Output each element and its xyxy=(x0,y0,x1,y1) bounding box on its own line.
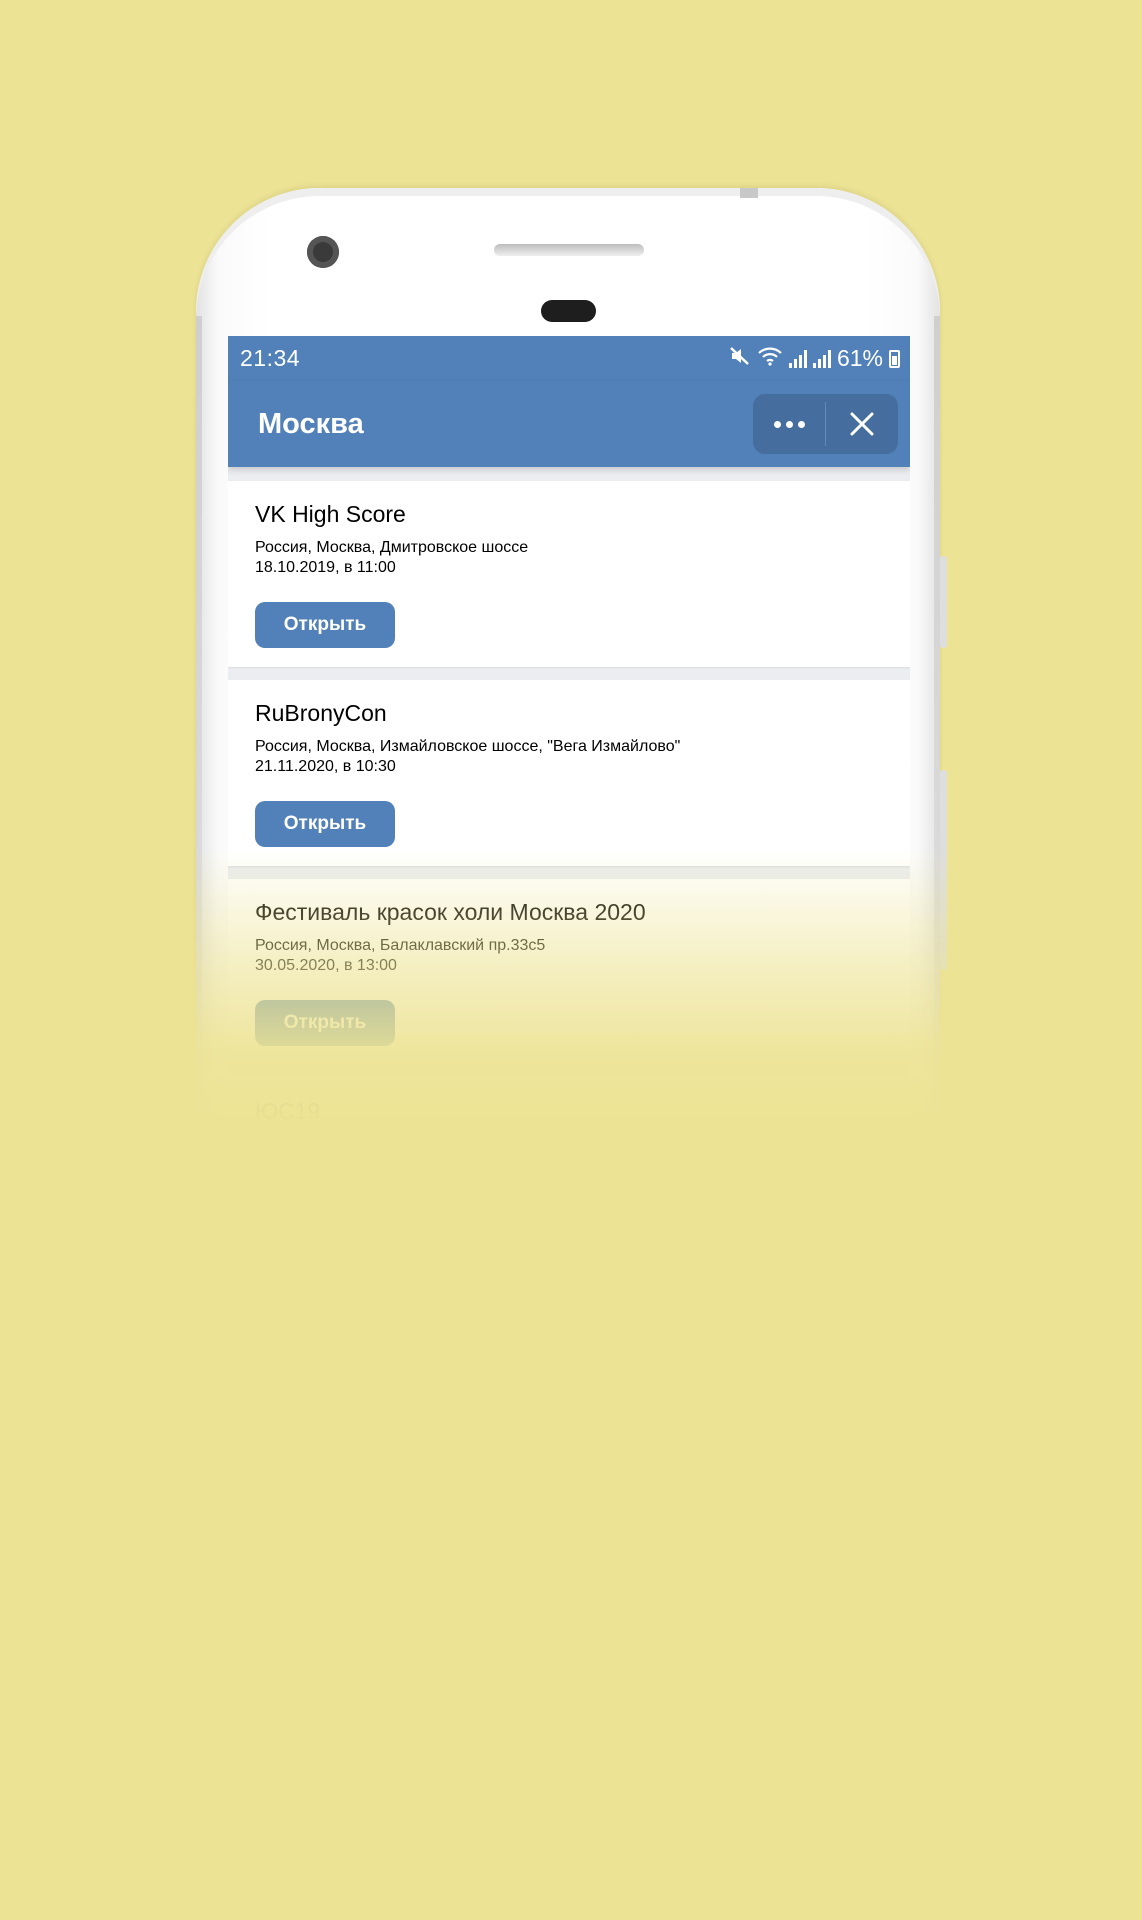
event-name: Booking Machine Festival xyxy=(255,1297,518,1323)
nav-bar: Москва xyxy=(228,381,910,467)
mute-icon xyxy=(729,345,751,372)
phone-antenna-line xyxy=(740,188,758,198)
battery-percent: 61% xyxy=(836,345,883,371)
event-card: RuBronyCon Россия, Москва, Измайловское … xyxy=(228,680,910,866)
background-fill xyxy=(0,1400,1142,1920)
event-address: Россия, Москва, Дмитровское шоссе xyxy=(255,539,529,556)
event-date: 18.10.2019, в 11:00 xyxy=(255,559,396,576)
volume-button xyxy=(940,556,947,648)
open-button[interactable]: Открыть xyxy=(255,801,395,847)
event-card: ЮС19 Россия, Москва, Павла Корчагина ул.… xyxy=(228,1078,910,1264)
status-icons: 61% xyxy=(729,345,900,372)
open-button[interactable]: Открыть xyxy=(255,1000,395,1046)
close-icon xyxy=(850,412,874,436)
event-date: 30.10.2019, в 19:00 xyxy=(255,1156,397,1173)
event-name: RuBronyCon xyxy=(255,700,387,726)
event-card: VK High Score Россия, Москва, Дмитровско… xyxy=(228,481,910,667)
app-screen: 21:34 61% Москва VK High Score Россия, М… xyxy=(228,336,910,1436)
earpiece-speaker xyxy=(494,244,644,256)
power-button xyxy=(940,770,947,970)
event-date: 21.11.2020, в 10:30 xyxy=(255,758,396,775)
event-name: Фестиваль красок холи Москва 2020 xyxy=(255,899,646,925)
event-address: Россия, Москва, Павла Корчагина ул. 2а xyxy=(255,1136,556,1153)
open-button[interactable]: Открыть xyxy=(255,602,395,648)
event-date: 30.05.2020, в 13:00 xyxy=(255,957,397,974)
signal-icon xyxy=(788,349,807,368)
proximity-sensor xyxy=(541,300,596,322)
event-card: Фестиваль красок холи Москва 2020 Россия… xyxy=(228,879,910,1065)
event-address: Россия, Москва, Балаклавский пр.33с5 xyxy=(255,937,546,954)
status-bar: 21:34 61% xyxy=(228,336,910,381)
event-name: ЮС19 xyxy=(255,1098,321,1124)
close-button[interactable] xyxy=(826,394,898,454)
battery-icon xyxy=(889,349,900,368)
event-list: VK High Score Россия, Москва, Дмитровско… xyxy=(228,467,910,1436)
phone-edge-left xyxy=(196,316,202,1416)
signal-icon xyxy=(812,349,831,368)
status-time: 21:34 xyxy=(240,345,301,371)
open-button[interactable]: Открыть xyxy=(255,1199,395,1245)
mini-app-controls xyxy=(753,394,898,454)
event-address: Россия, Москва, Измайловское шоссе, "Вег… xyxy=(255,738,681,755)
more-dots-icon xyxy=(773,420,805,428)
more-button[interactable] xyxy=(753,394,825,454)
front-camera xyxy=(307,236,339,268)
page-title: Москва xyxy=(258,407,364,440)
event-name: VK High Score xyxy=(255,501,406,527)
wifi-icon xyxy=(757,345,783,372)
